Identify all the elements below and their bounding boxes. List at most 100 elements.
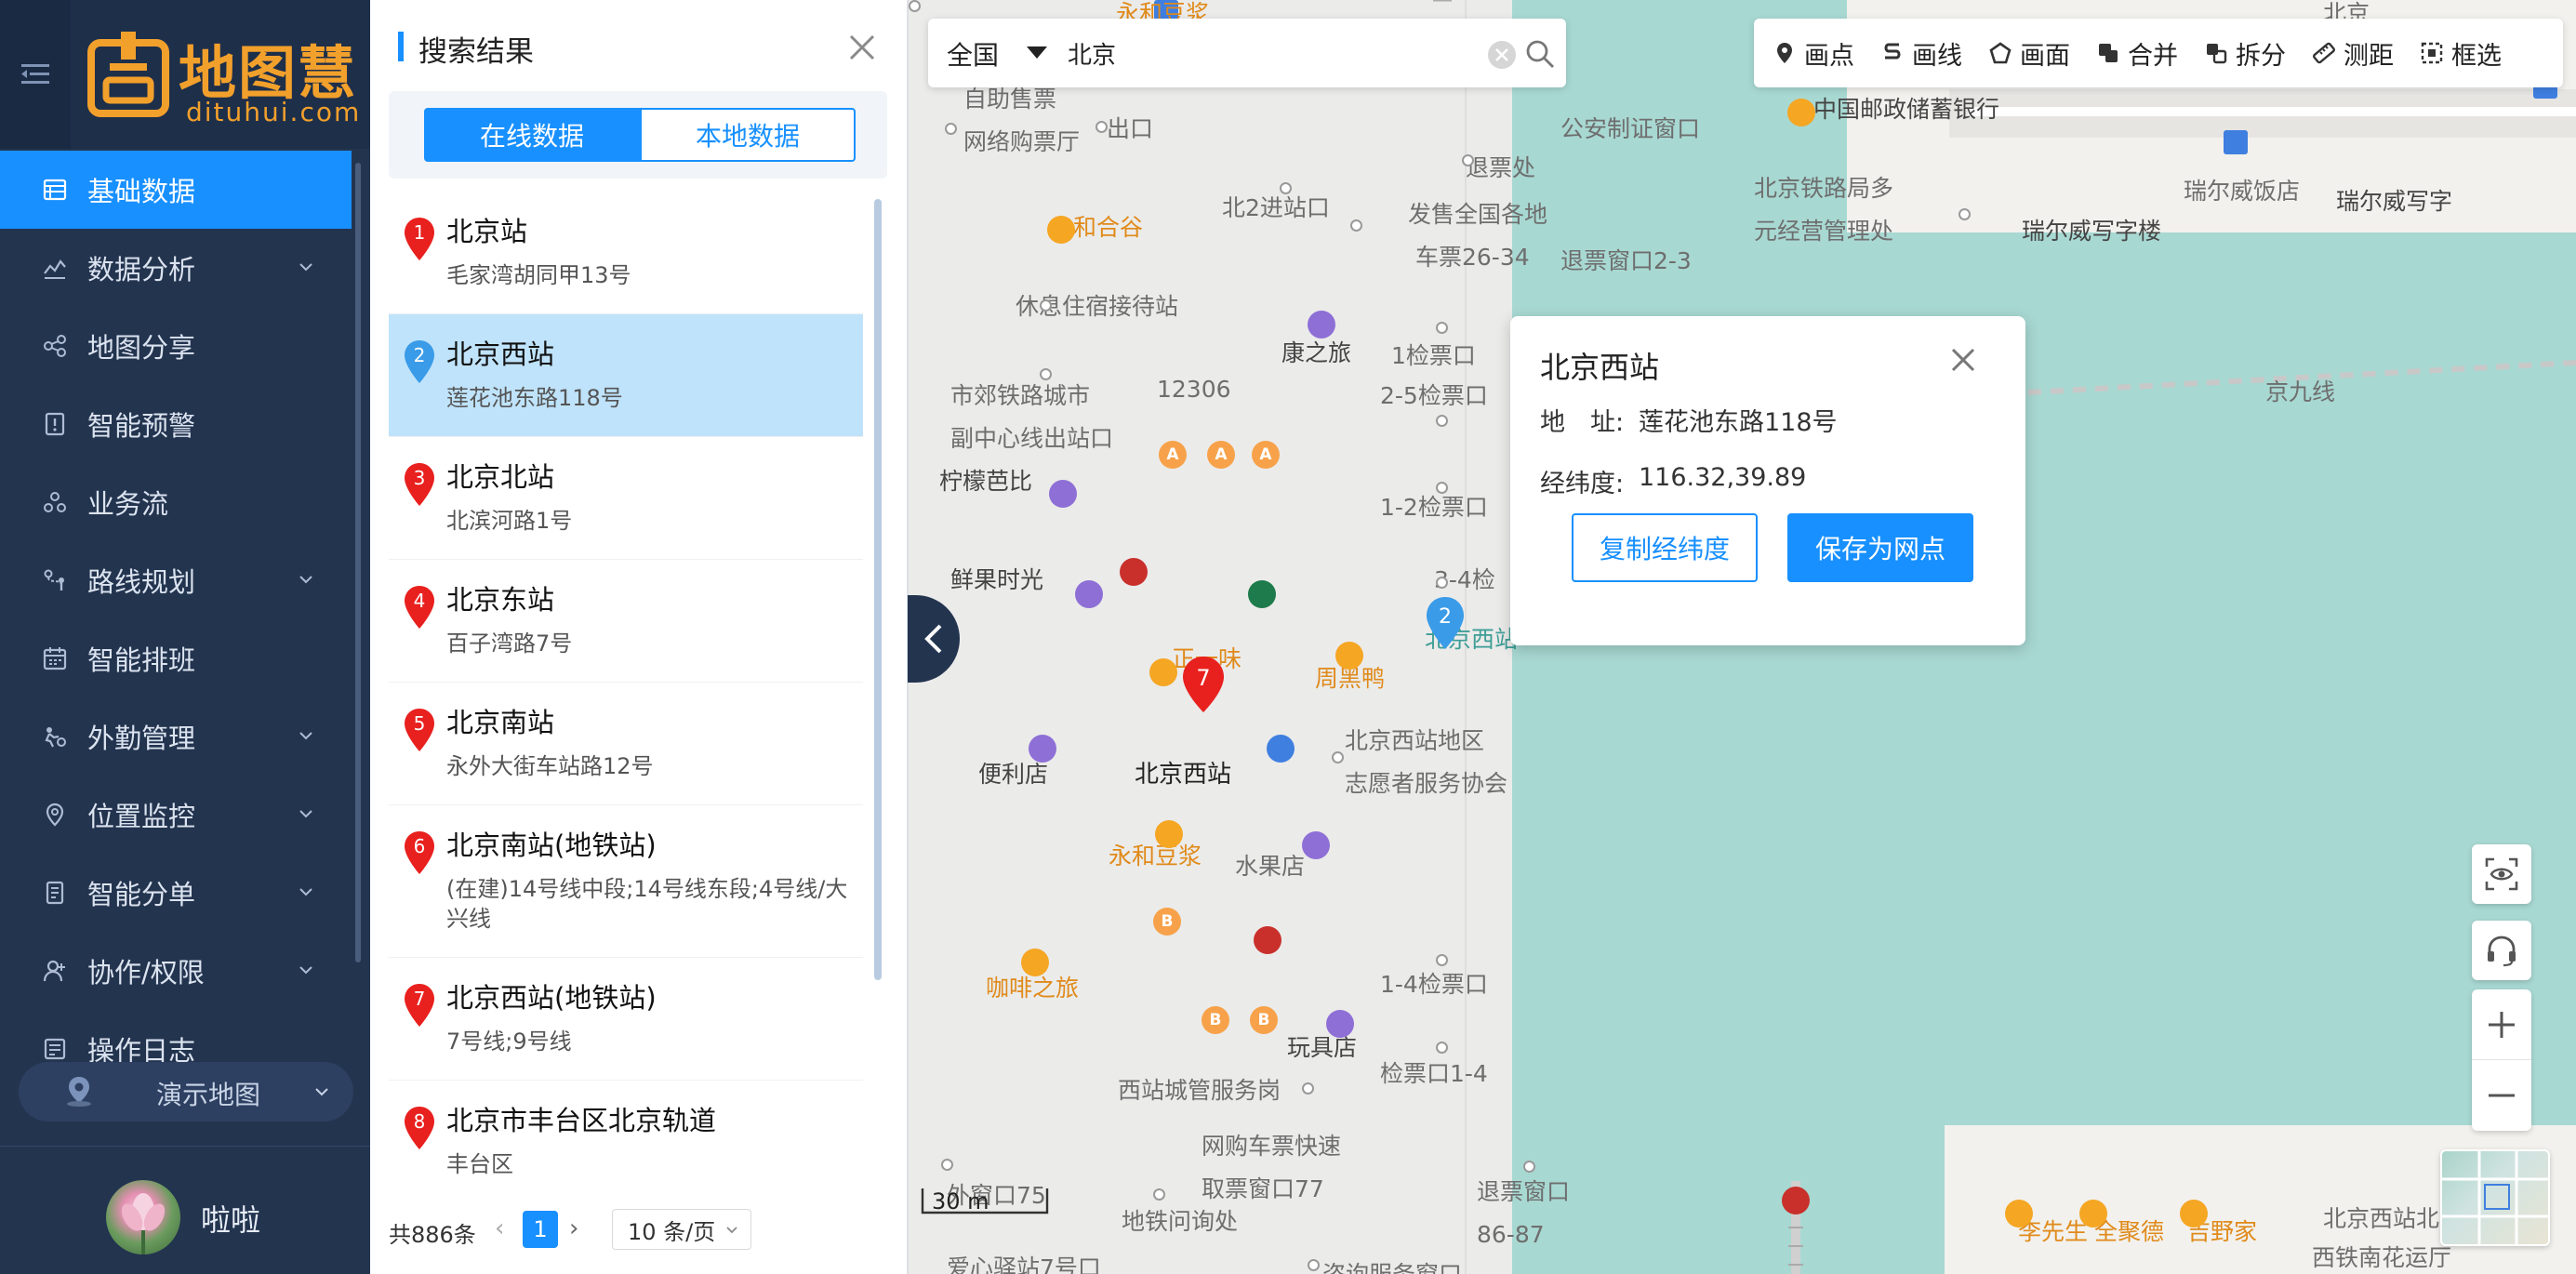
poi-food-icon[interactable] [2180,1200,2208,1228]
draw-toolbar: 画点 画线 画面 合并 拆分 测距 框选 [1754,19,2563,87]
result-item[interactable]: 1 北京站 毛家湾胡同甲13号 [389,192,863,314]
sidebar-item-6[interactable]: 智能排班 [0,619,352,697]
app-root: 地图慧 dituhui.com 基础数据 数据分析 地图分享 智能预警 业务流 路线规划智… [0,0,2576,1274]
tool-split[interactable]: 拆分 [2204,35,2286,72]
tool-ruler[interactable]: 测距 [2312,35,2394,72]
map-canvas[interactable]: 自助售票 网络购票厅 出口 公安制证窗口 中国邮政储蓄银行 退票处 和合谷 北2进站口 发售全国… [908,0,2576,1274]
poi-shop-icon[interactable] [1075,580,1103,608]
tool-line[interactable]: 画线 [1880,35,1962,72]
page-number-button[interactable]: 1 [523,1211,558,1248]
sidebar-item-8[interactable]: 位置监控 [0,776,352,854]
metro-b-icon[interactable]: B [1250,1006,1278,1034]
zoom-in-button[interactable] [2472,989,2531,1060]
tab-local-data[interactable]: 本地数据 [640,108,856,162]
poi-transfer-icon[interactable] [1267,735,1295,763]
clear-icon[interactable] [1486,39,1518,71]
metro-b-icon[interactable]: B [1202,1006,1229,1034]
poi-food-icon[interactable] [2079,1200,2107,1228]
poi-food-icon[interactable] [1047,216,1075,244]
sidebar-item-10[interactable]: 协作/权限 [0,932,352,1010]
poi-shop-icon[interactable] [1308,311,1335,338]
map-point-icon [1308,1259,1320,1271]
avatar[interactable] [106,1180,180,1254]
sidebar-item-7[interactable]: 外勤管理 [0,697,352,776]
result-list-scrollbar[interactable] [874,199,882,980]
caret-down-icon[interactable] [1027,46,1047,59]
next-page-button[interactable]: › [569,1214,578,1242]
panel-title: 搜索结果 [418,35,534,69]
overview-map-button[interactable] [2440,1149,2550,1246]
map-label: 2-5检票口 [1380,381,1488,409]
tool-pin[interactable]: 画点 [1773,35,1854,72]
poi-kfc-icon[interactable] [1254,926,1281,954]
sidebar-item-9[interactable]: 智能分单 [0,854,352,932]
map-marker-7[interactable]: 7 [1179,655,1228,716]
poi-kfc-icon[interactable] [1120,558,1148,586]
save-as-site-button[interactable]: 保存为网点 [1787,513,1973,582]
street-view-button[interactable] [2472,844,2531,904]
metro-b-icon[interactable]: B [1153,908,1181,936]
demo-map-selector[interactable]: 演示地图 [19,1062,353,1121]
result-item[interactable]: 4 北京东站 百子湾路7号 [389,560,863,683]
tool-polygon[interactable]: 画面 [1988,35,2070,72]
result-item[interactable]: 7 北京西站(地铁站) 7号线;9号线 [389,958,863,1081]
sidebar-item-2[interactable]: 地图分享 [0,307,352,385]
metro-a-icon[interactable]: A [1252,441,1280,469]
sidebar-item-11[interactable]: 操作日志 [0,1010,352,1062]
result-address: 丰台区 [446,1151,513,1177]
tool-merge[interactable]: 合并 [2096,35,2178,72]
select-box-icon [2421,42,2443,64]
poi-food-icon[interactable] [2005,1200,2033,1228]
map-label: 玩具店 [1287,1033,1358,1061]
poi-shop-icon[interactable] [1326,1010,1354,1038]
map-label: 西站城管服务岗 [1118,1076,1281,1104]
region-scope-select[interactable]: 全国 [947,35,999,73]
tab-online-data[interactable]: 在线数据 [424,108,640,162]
sidebar-item-1[interactable]: 数据分析 [0,229,352,307]
close-icon[interactable] [846,32,878,63]
sidebar-collapse-button[interactable] [0,0,71,149]
poi-food-icon[interactable] [1335,642,1363,670]
tool-label: 测距 [2344,41,2394,71]
prev-page-button[interactable]: ‹ [495,1214,504,1242]
poi-food-icon[interactable] [1149,658,1177,686]
poi-shop-icon[interactable] [1049,480,1077,508]
map-label: 12306 [1157,375,1231,403]
poi-bank-icon[interactable] [1787,99,1815,126]
result-item[interactable]: 8 北京市丰台区北京轨道 丰台区 [389,1081,863,1187]
customer-service-button[interactable] [2472,921,2531,980]
search-input[interactable] [1068,32,1477,74]
sidebar-item-4[interactable]: 业务流 [0,463,352,541]
poi-starbucks-icon[interactable] [1248,580,1276,608]
sidebar-item-label: 基础数据 [87,176,196,207]
tool-label: 框选 [2451,41,2502,71]
result-item[interactable]: 3 北京北站 北滨河路1号 [389,437,863,560]
copy-lnglat-button[interactable]: 复制经纬度 [1572,513,1758,582]
tool-select-box[interactable]: 框选 [2420,35,2502,72]
poi-kfc-icon[interactable] [1782,1187,1810,1214]
result-item[interactable]: 6 北京南站(地铁站) (在建)14号线中段;14号线东段;4号线/大兴线 [389,805,863,958]
alert-icon [41,410,69,438]
sidebar-item-5[interactable]: 路线规划 [0,541,352,619]
poi-food-icon[interactable] [1155,820,1183,848]
page-size-select[interactable]: 10 条/页 [612,1209,751,1250]
poi-shop-icon[interactable] [1302,831,1330,859]
page-size-value: 10 条/页 [628,1218,716,1245]
metro-a-icon[interactable]: A [1159,441,1187,469]
sidebar-item-0[interactable]: 基础数据 [0,151,352,229]
poi-shop-icon[interactable] [1029,735,1056,763]
user-name[interactable]: 啦啦 [201,1197,260,1240]
sidebar-scrollbar[interactable] [355,163,361,962]
result-item[interactable]: 5 北京南站 永外大街车站路12号 [389,683,863,805]
search-icon[interactable] [1523,37,1557,71]
location-icon [41,801,69,829]
zoom-out-button[interactable] [2472,1060,2531,1131]
map-marker-2[interactable]: 2 [1423,595,1467,653]
metro-a-icon[interactable]: A [1207,441,1235,469]
poi-coffee-icon[interactable] [1021,949,1049,976]
result-name: 北京东站 [446,584,555,616]
sidebar-item-3[interactable]: 智能预警 [0,385,352,463]
map-point-icon [1436,577,1448,589]
result-item[interactable]: 2 北京西站 莲花池东路118号 [389,314,863,437]
close-icon[interactable] [1947,344,1979,376]
